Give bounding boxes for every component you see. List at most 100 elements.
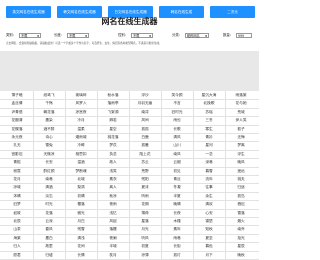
name-cell[interactable]: 千殇: [33, 99, 65, 107]
name-cell[interactable]: 枕月: [97, 251, 129, 259]
name-cell[interactable]: 云烟: [161, 158, 193, 166]
name-cell[interactable]: 樱落: [65, 200, 97, 208]
name-cell[interactable]: 栖迟: [225, 200, 257, 208]
name-cell[interactable]: 宫影迟: [1, 150, 33, 158]
name-cell[interactable]: 孤岛: [225, 192, 257, 200]
name-cell[interactable]: 知秋: [193, 225, 225, 233]
name-cell[interactable]: 烟火: [225, 217, 257, 225]
name-cell[interactable]: 尹青语: [1, 108, 33, 116]
name-cell[interactable]: 孤雁: [129, 141, 161, 149]
name-cell[interactable]: 花落: [33, 209, 65, 217]
name-cell[interactable]: 暮雪: [193, 167, 225, 175]
name-cell[interactable]: 星辰: [225, 242, 257, 250]
name-cell[interactable]: 笑今颜: [161, 91, 193, 99]
name-cell[interactable]: 孔无: [1, 141, 33, 149]
name-cell[interactable]: 微光: [65, 209, 97, 217]
name-cell[interactable]: 朝花落: [33, 108, 65, 116]
name-cell[interactable]: 月羽无痕: [129, 99, 161, 107]
name-cell[interactable]: 长街: [161, 242, 193, 250]
name-cell[interactable]: 执念: [97, 150, 129, 158]
name-cell[interactable]: 酒不醉: [33, 125, 65, 133]
name-cell[interactable]: 故人: [97, 158, 129, 166]
name-cell[interactable]: 寒生: [193, 125, 225, 133]
name-cell[interactable]: 荒野: [129, 167, 161, 175]
name-cell[interactable]: 余生: [193, 192, 225, 200]
name-cell[interactable]: 苏瑶: [193, 108, 225, 116]
name-cell[interactable]: 栀子: [225, 125, 257, 133]
name-cell[interactable]: 温柔: [65, 125, 97, 133]
name-cell[interactable]: 不言: [161, 99, 193, 107]
name-cell[interactable]: 桃夭: [225, 175, 257, 183]
name-cell[interactable]: 花蝶落: [1, 125, 33, 133]
name-cell[interactable]: 梨涡: [65, 183, 97, 191]
name-cell[interactable]: 风起: [97, 217, 129, 225]
name-cell[interactable]: 三冬: [193, 116, 225, 124]
name-cell[interactable]: 飞絮漪: [97, 108, 129, 116]
name-cell[interactable]: 冬凝: [161, 183, 193, 191]
name-cell[interactable]: 梦断魂: [65, 167, 97, 175]
name-cell[interactable]: 荒城: [225, 108, 257, 116]
name-cell[interactable]: 相思扣: [65, 150, 97, 158]
name-cell[interactable]: 长夜: [161, 209, 193, 217]
name-cell[interactable]: 归人: [1, 242, 33, 250]
name-cell[interactable]: 梦离: [225, 141, 257, 149]
name-cell[interactable]: 旧时光: [161, 108, 193, 116]
name-cell[interactable]: 半城: [97, 242, 129, 250]
name-cell[interactable]: 落樱: [97, 225, 129, 233]
name-cell[interactable]: 南风: [161, 150, 193, 158]
name-cell[interactable]: 暮色: [193, 242, 225, 250]
name-cell[interactable]: 青栀: [1, 158, 33, 166]
name-cell[interactable]: 无悔: [225, 133, 257, 141]
name-cell[interactable]: 北城: [65, 175, 97, 183]
name-cell[interactable]: 山川: [161, 141, 193, 149]
name-cell[interactable]: 浅笑: [97, 167, 129, 175]
name-cell[interactable]: 冷月: [65, 116, 97, 124]
name-cell[interactable]: 往事: [193, 183, 225, 191]
name-cell[interactable]: 花期: [129, 200, 161, 208]
name-cell[interactable]: 陌上花: [129, 150, 161, 158]
name-cell[interactable]: 孟丝倩: [1, 99, 33, 107]
name-cell[interactable]: 青衫: [193, 133, 225, 141]
name-cell[interactable]: 半夏: [161, 192, 193, 200]
name-cell[interactable]: 花与她: [225, 99, 257, 107]
name-cell[interactable]: 星落: [129, 217, 161, 225]
name-cell[interactable]: 薄荷: [129, 209, 161, 217]
name-cell[interactable]: 墨染: [33, 116, 65, 124]
name-cell[interactable]: 春风: [33, 225, 65, 233]
name-cell[interactable]: 夜阑: [97, 234, 129, 242]
name-cell[interactable]: 清浅: [65, 234, 97, 242]
name-cell[interactable]: 诗心: [33, 133, 65, 141]
name-cell[interactable]: 天微凉: [33, 150, 65, 158]
name-cell[interactable]: 温酒: [65, 158, 97, 166]
name-cell[interactable]: 沐晴: [1, 192, 33, 200]
name-cell[interactable]: 月下: [193, 251, 225, 259]
name-cell[interactable]: 孤孤: [129, 125, 161, 133]
name-cell[interactable]: 残阳: [129, 175, 161, 183]
name-cell[interactable]: 冷眸: [65, 141, 97, 149]
name-cell[interactable]: 心安: [193, 209, 225, 217]
name-cell[interactable]: 月白: [65, 217, 97, 225]
filter-length-select[interactable]: 不限 ▼: [67, 32, 89, 38]
filter-gender-select[interactable]: 不限 ▼: [131, 32, 153, 38]
name-cell[interactable]: 雨也: [161, 116, 193, 124]
name-cell[interactable]: 拾光: [225, 234, 257, 242]
name-cell[interactable]: 花月: [1, 175, 33, 183]
name-cell[interactable]: 如故: [1, 209, 33, 217]
name-cell[interactable]: 离人: [97, 183, 129, 191]
name-cell[interactable]: 初晴: [65, 192, 97, 200]
name-cell[interactable]: 桃花落: [97, 133, 129, 141]
name-cell[interactable]: 素年: [161, 225, 193, 233]
name-cell[interactable]: 纸鸢飞: [33, 91, 65, 99]
name-cell[interactable]: 风罗入: [65, 99, 97, 107]
name-cell[interactable]: 夏至: [193, 234, 225, 242]
name-cell[interactable]: 一念: [193, 150, 225, 158]
name-cell[interactable]: 伊人笑: [225, 116, 257, 124]
name-cell[interactable]: 故里: [33, 242, 65, 250]
name-cell[interactable]: 白鹿: [129, 133, 161, 141]
name-cell[interactable]: 寂寞: [1, 167, 33, 175]
name-cell[interactable]: 晚风: [225, 158, 257, 166]
name-cell[interactable]: 孤灯: [161, 251, 193, 259]
name-cell[interactable]: 花间: [65, 242, 97, 250]
name-cell[interactable]: 北辰: [1, 217, 33, 225]
name-cell[interactable]: 晚晴: [161, 200, 193, 208]
